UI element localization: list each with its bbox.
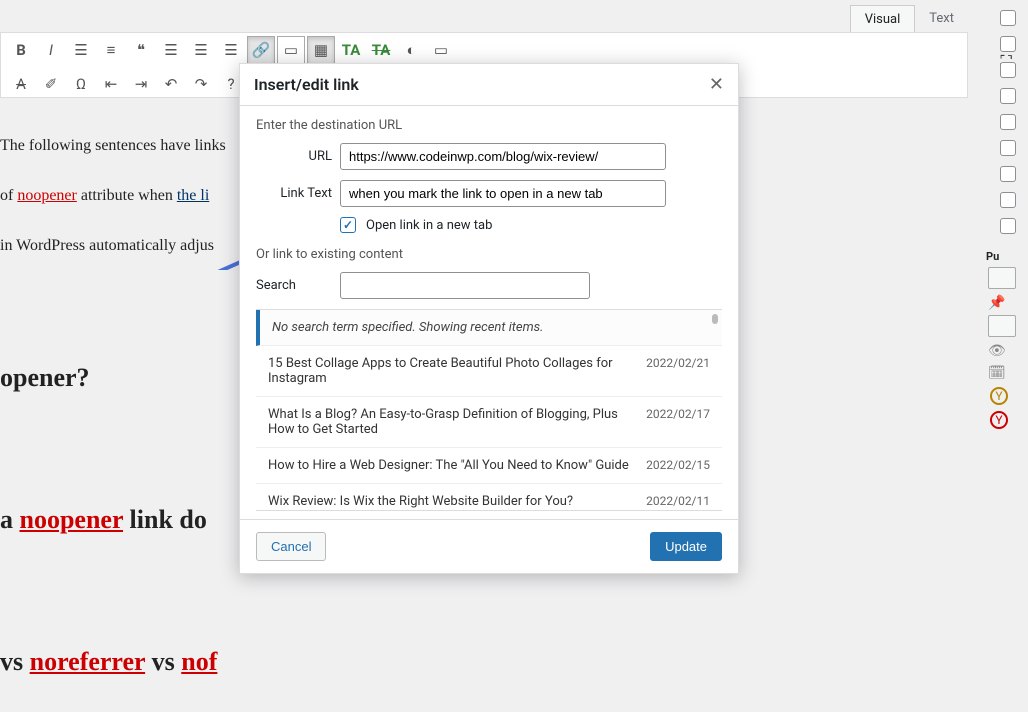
insert-link-dialog: Insert/edit link ✕ Enter the destination… [239, 63, 739, 574]
text: of [0, 187, 17, 204]
result-item[interactable]: 15 Best Collage Apps to Create Beautiful… [256, 346, 722, 397]
results-list[interactable]: No search term specified. Showing recent… [256, 310, 722, 510]
redo-icon[interactable]: ↷ [187, 70, 215, 98]
indent-icon[interactable]: ⇥ [127, 70, 155, 98]
text: The following sentences have links [0, 137, 226, 154]
checkbox[interactable] [1000, 140, 1016, 156]
cancel-button[interactable]: Cancel [256, 532, 326, 561]
result-title: What Is a Blog? An Easy-to-Grasp Definit… [268, 407, 634, 437]
strikethrough-icon[interactable]: A [7, 70, 35, 98]
readability-icon: Y [990, 411, 1008, 429]
ta-icon-2[interactable]: TA [367, 36, 395, 64]
visibility-icon: 👁 [988, 343, 1022, 359]
result-title: How to Hire a Web Designer: The "All You… [268, 458, 634, 473]
special-char-icon[interactable]: Ω [67, 70, 95, 98]
checkbox[interactable] [1000, 166, 1016, 182]
results-hint: No search term specified. Showing recent… [256, 310, 722, 346]
checkbox[interactable] [1000, 192, 1016, 208]
link[interactable]: the li [177, 187, 209, 204]
result-title: 15 Best Collage Apps to Create Beautiful… [268, 356, 634, 386]
newtab-label: Open link in a new tab [366, 218, 492, 233]
checkbox[interactable] [1000, 88, 1016, 104]
newtab-checkbox[interactable]: ✓ [340, 217, 356, 233]
result-date: 2022/02/17 [646, 407, 710, 437]
key-icon: 📌 [988, 295, 1022, 311]
align-center-icon[interactable]: ☰ [187, 36, 215, 64]
quote-icon[interactable]: ❝ [127, 36, 155, 64]
align-left-icon[interactable]: ☰ [157, 36, 185, 64]
result-date: 2022/02/11 [646, 494, 710, 509]
text: in WordPress automatically adjus [0, 237, 214, 254]
checkbox[interactable] [1000, 10, 1016, 26]
checkbox[interactable] [1000, 36, 1016, 52]
result-item[interactable]: What Is a Blog? An Easy-to-Grasp Definit… [256, 397, 722, 448]
bold-icon[interactable]: B [7, 36, 35, 64]
url-label: URL [256, 149, 332, 164]
update-button[interactable]: Update [650, 532, 722, 561]
tab-text[interactable]: Text [915, 5, 968, 33]
scrollbar-thumb[interactable] [712, 314, 718, 324]
tab-visual[interactable]: Visual [850, 5, 916, 33]
publish-heading: Pu [986, 250, 1022, 263]
search-input[interactable] [340, 272, 590, 299]
result-title: Wix Review: Is Wix the Right Website Bui… [268, 494, 634, 509]
result-date: 2022/02/15 [646, 458, 710, 473]
dialog-title: Insert/edit link [254, 75, 359, 94]
chart-icon[interactable]: ◐ [397, 36, 425, 64]
sidebar-button[interactable] [988, 315, 1016, 337]
link-icon[interactable]: 🔗 [247, 36, 275, 64]
ul-icon[interactable]: ☰ [67, 36, 95, 64]
sidebar-button[interactable] [988, 267, 1016, 289]
linktext-input[interactable] [340, 180, 666, 207]
result-date: 2022/02/21 [646, 356, 710, 386]
close-icon[interactable]: ✕ [709, 74, 724, 95]
checkbox[interactable] [1000, 62, 1016, 78]
calendar-icon[interactable]: ▭ [427, 36, 455, 64]
ta-icon-1[interactable]: TA [337, 36, 365, 64]
ol-icon[interactable]: ≡ [97, 36, 125, 64]
text: attribute when [77, 187, 177, 204]
clear-format-icon[interactable]: ✐ [37, 70, 65, 98]
section-label: Or link to existing content [256, 247, 722, 262]
search-label: Search [256, 278, 332, 293]
result-item[interactable]: How to Hire a Web Designer: The "All You… [256, 448, 722, 484]
align-right-icon[interactable]: ☰ [217, 36, 245, 64]
checkbox[interactable] [1000, 218, 1016, 234]
seo-score-icon: Y [990, 387, 1008, 405]
calendar-icon: 🗓 [988, 365, 1022, 381]
heading: vs noreferrer vs nof [0, 636, 968, 688]
url-input[interactable] [340, 143, 666, 170]
outdent-icon[interactable]: ⇤ [97, 70, 125, 98]
toolbar-toggle-icon[interactable]: ▦ [307, 36, 335, 64]
sidebar: Pu 📌 👁 🗓 Y Y [974, 0, 1022, 581]
result-item[interactable]: Wix Review: Is Wix the Right Website Bui… [256, 484, 722, 510]
italic-icon[interactable]: I [37, 36, 65, 64]
section-label: Enter the destination URL [256, 118, 722, 133]
text: noopener [17, 187, 77, 204]
checkbox[interactable] [1000, 114, 1016, 130]
linktext-label: Link Text [256, 186, 332, 201]
read-more-icon[interactable]: ▭ [277, 36, 305, 64]
undo-icon[interactable]: ↶ [157, 70, 185, 98]
